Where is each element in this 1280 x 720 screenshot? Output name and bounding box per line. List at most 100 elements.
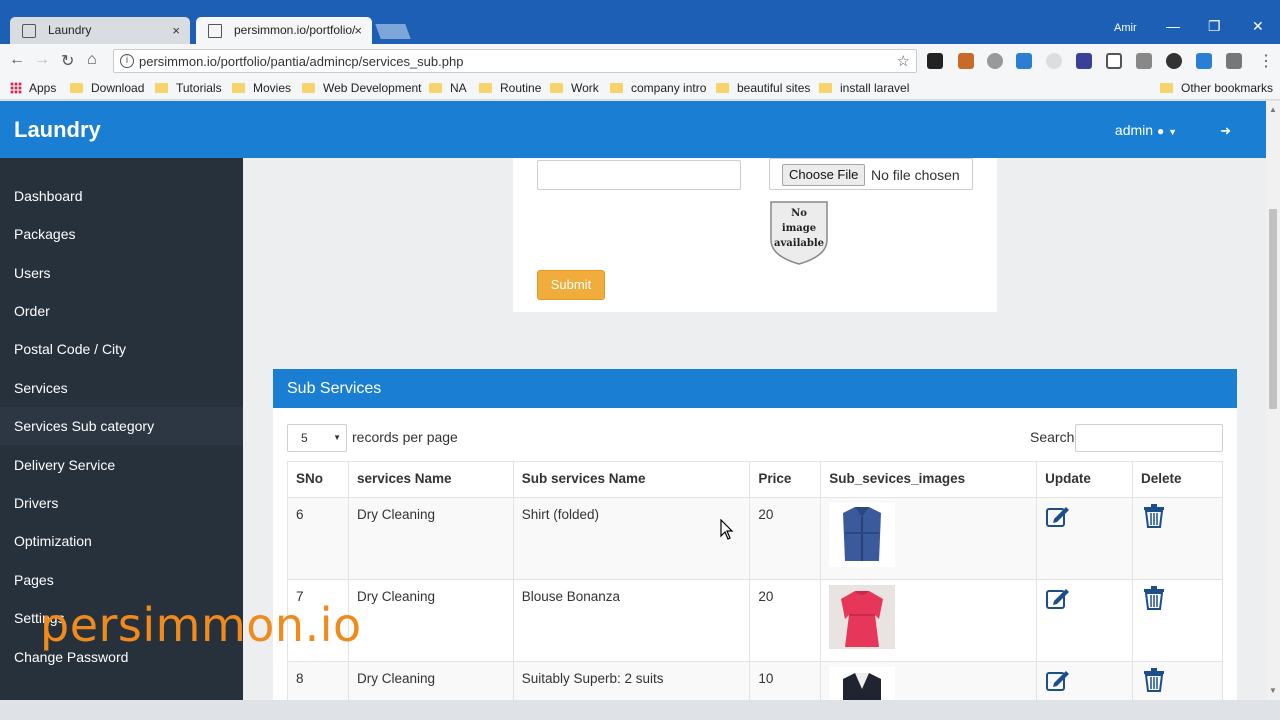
extension-v-icon[interactable] — [1226, 53, 1242, 69]
reload-icon[interactable]: ↻ — [61, 51, 74, 71]
brand-logo-text[interactable]: Laundry — [14, 117, 101, 143]
cell-delete — [1132, 497, 1223, 580]
tab-title: persimmon.io/portfolio/ — [234, 23, 356, 37]
admin-user-menu[interactable]: admin ● ▼ — [1115, 122, 1177, 138]
edit-icon[interactable] — [1045, 668, 1071, 692]
edit-icon[interactable] — [1045, 504, 1071, 528]
column-header-price[interactable]: Price — [749, 461, 822, 498]
search-input[interactable] — [1075, 424, 1223, 452]
site-info-icon[interactable]: i — [120, 54, 134, 68]
profile-name[interactable]: Amir — [1114, 22, 1137, 34]
bookmark-item[interactable]: NA — [429, 81, 467, 95]
sidebar-item-optimization[interactable]: Optimization — [0, 522, 243, 560]
bookmark-item[interactable]: Movies — [232, 81, 291, 95]
bookmark-item[interactable]: Download — [70, 81, 144, 95]
extension-dark-circle-icon[interactable] — [1166, 53, 1182, 69]
sidebar-item-postal-code[interactable]: Postal Code / City — [0, 330, 243, 368]
address-bar[interactable]: i persimmon.io/portfolio/pantia/admincp/… — [113, 49, 917, 73]
cell-sno: 6 — [287, 497, 349, 580]
cell-price: 20 — [749, 579, 822, 662]
bookmark-item[interactable]: beautiful sites — [716, 81, 810, 95]
sidebar-item-delivery-service[interactable]: Delivery Service — [0, 446, 243, 484]
new-tab-button[interactable] — [375, 24, 411, 39]
close-window-button[interactable]: ✕ — [1252, 18, 1264, 35]
cell-image — [820, 579, 1038, 662]
search-label: Search: — [1030, 429, 1079, 445]
column-header-delete[interactable]: Delete — [1132, 461, 1223, 498]
tab-close-icon[interactable]: × — [354, 17, 362, 44]
sub-services-panel: Sub Services 5 ▼ records per page Search… — [273, 369, 1237, 700]
folder-icon — [1160, 83, 1173, 93]
extension-gear-icon[interactable] — [987, 53, 1003, 69]
apps-grid-icon — [10, 82, 22, 94]
restore-button[interactable]: ❐ — [1208, 18, 1221, 35]
trash-icon[interactable] — [1141, 668, 1167, 692]
extension-bucket-icon[interactable] — [1136, 53, 1152, 69]
download-icon[interactable] — [1196, 53, 1212, 69]
shirt-thumbnail — [829, 503, 896, 567]
image-file-input[interactable]: Choose File No file chosen — [769, 158, 973, 190]
tab-persimmon[interactable]: persimmon.io/portfolio/ × — [196, 17, 372, 44]
trash-icon[interactable] — [1141, 586, 1167, 610]
app-topbar: admin ● ▼ ➜ — [243, 101, 1266, 158]
extension-pulse-icon[interactable] — [1076, 53, 1092, 69]
folder-icon — [819, 83, 832, 93]
records-per-page-select[interactable]: 5 ▼ — [287, 424, 347, 452]
cell-sub-service-name: Shirt (folded) — [512, 497, 751, 580]
column-header-update[interactable]: Update — [1036, 461, 1134, 498]
bookmark-item[interactable]: Routine — [479, 81, 541, 95]
tab-close-icon[interactable]: × — [172, 17, 180, 44]
column-header-service-name[interactable]: services Name — [347, 461, 514, 498]
sub-service-text-field[interactable] — [537, 160, 741, 190]
sidebar-item-order[interactable]: Order — [0, 292, 243, 330]
bookmark-item[interactable]: install laravel — [819, 81, 909, 95]
browser-toolbar: ← → ↻ ⌂ i persimmon.io/portfolio/pantia/… — [0, 44, 1280, 78]
extension-circle-icon[interactable] — [1046, 53, 1062, 69]
scroll-thumb[interactable] — [1269, 209, 1277, 409]
scroll-down-arrow-icon[interactable]: ▼ — [1269, 686, 1277, 695]
tab-laundry[interactable]: Laundry × — [10, 17, 190, 44]
sidebar-item-drivers[interactable]: Drivers — [0, 484, 243, 522]
folder-icon — [155, 83, 168, 93]
minimize-button[interactable]: — — [1166, 18, 1180, 34]
menu-kebab-icon[interactable]: ⋮ — [1258, 51, 1274, 71]
other-bookmarks[interactable]: Other bookmarks — [1160, 81, 1273, 95]
edit-icon[interactable] — [1045, 586, 1071, 610]
bookmark-item[interactable]: company intro — [610, 81, 706, 95]
cell-update — [1036, 661, 1134, 700]
extension-b-icon[interactable] — [927, 53, 943, 69]
cell-update — [1036, 497, 1134, 580]
page-scrollbar[interactable]: ▲ ▼ — [1266, 101, 1280, 700]
sidebar-item-dashboard[interactable]: Dashboard — [0, 177, 243, 215]
choose-file-button[interactable]: Choose File — [782, 164, 866, 186]
forward-arrow-icon[interactable]: → — [34, 51, 50, 69]
bookmark-item[interactable]: Tutorials — [155, 81, 222, 95]
scroll-up-arrow-icon[interactable]: ▲ — [1269, 105, 1277, 114]
sidebar-item-users[interactable]: Users — [0, 254, 243, 292]
column-header-images[interactable]: Sub_sevices_images — [820, 461, 1038, 498]
bookmark-star-icon[interactable]: ☆ — [897, 52, 910, 70]
sidebar-item-services[interactable]: Services — [0, 369, 243, 407]
extension-screenshot-icon[interactable] — [1106, 53, 1122, 69]
bookmark-item[interactable]: Web Development — [302, 81, 422, 95]
sidebar-item-services-sub-category[interactable]: Services Sub category — [0, 407, 243, 445]
bookmark-apps[interactable]: Apps — [10, 81, 56, 95]
url-text: persimmon.io/portfolio/pantia/admincp/se… — [139, 54, 464, 69]
column-header-sub-service-name[interactable]: Sub services Name — [512, 461, 751, 498]
table-header-row: SNo services Name Sub services Name Pric… — [287, 461, 1223, 498]
back-arrow-icon[interactable]: ← — [9, 51, 25, 69]
sidebar-item-packages[interactable]: Packages — [0, 215, 243, 253]
logout-icon[interactable]: ➜ — [1220, 123, 1231, 139]
submit-button[interactable]: Submit — [537, 270, 605, 300]
bookmark-item[interactable]: Work — [550, 81, 599, 95]
folder-icon — [232, 83, 245, 93]
sidebar-item-pages[interactable]: Pages — [0, 561, 243, 599]
home-icon[interactable]: ⌂ — [87, 51, 97, 69]
extension-lock-icon[interactable] — [1016, 53, 1032, 69]
extension-pen-icon[interactable] — [958, 53, 974, 69]
trash-icon[interactable] — [1141, 504, 1167, 528]
column-header-sno[interactable]: SNo — [287, 461, 349, 498]
mouse-cursor-icon — [720, 519, 734, 540]
no-image-line: image — [781, 223, 817, 234]
page-favicon-icon — [22, 24, 36, 38]
